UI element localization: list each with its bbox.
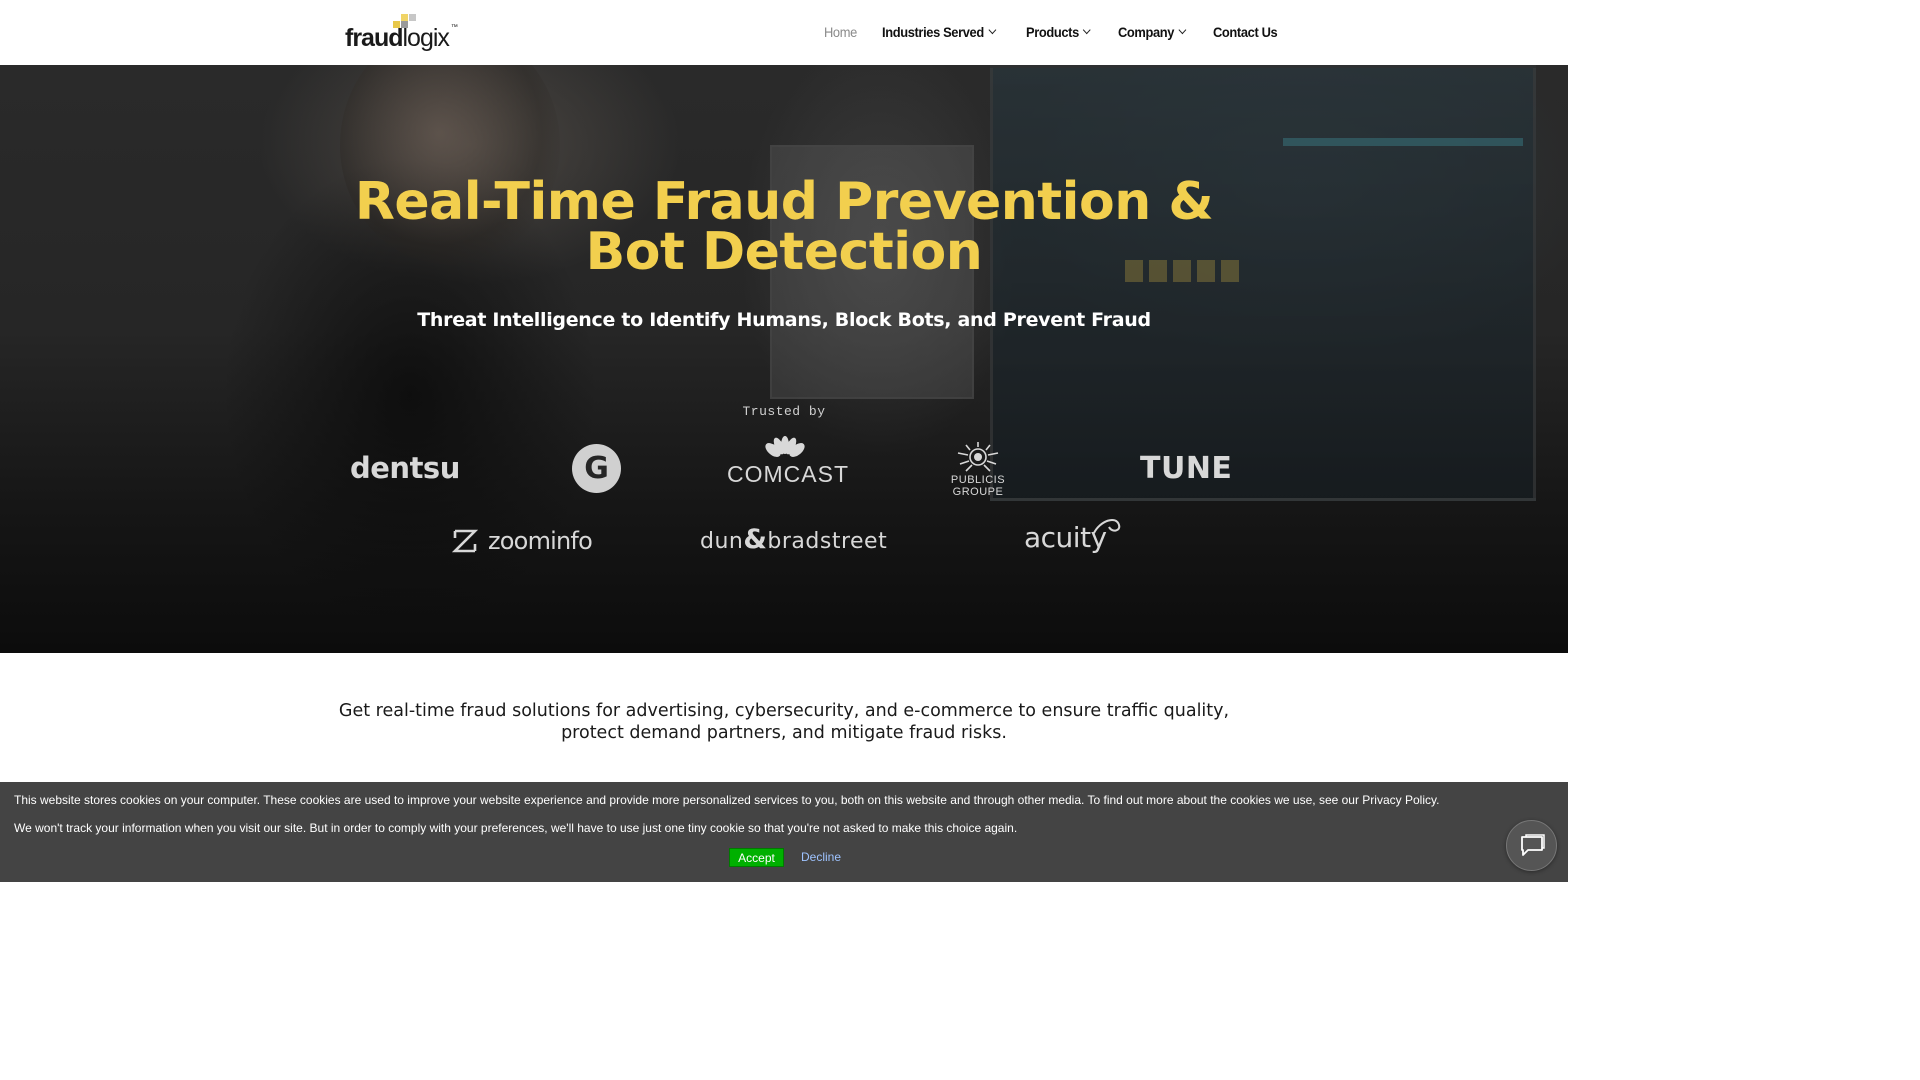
comcast-logo: COMCAST xyxy=(727,436,848,488)
lion-icon xyxy=(957,442,999,472)
nav-industries-served[interactable]: Industries Served xyxy=(882,24,996,40)
nav-company[interactable]: Company xyxy=(1118,24,1187,40)
trusted-by-label: Trusted by xyxy=(742,404,826,419)
hero-subtitle: Threat Intelligence to Identify Humans, … xyxy=(417,309,1151,331)
logo-wordmark: fraudlogix ™ xyxy=(345,24,458,52)
hero-title: Real-Time Fraud Prevention & Bot Detecti… xyxy=(354,172,1214,282)
decline-cookies-link[interactable]: Decline xyxy=(801,850,841,864)
tune-logo: TUNE xyxy=(1140,451,1233,486)
site-header: fraudlogix ™ Home Industries Served Produ… xyxy=(0,0,1568,65)
nav-contact-us[interactable]: Contact Us xyxy=(1213,24,1278,40)
publicis-groupe-logo: PUBLICIS GROUPE xyxy=(946,440,1010,498)
nav-home[interactable]: Home xyxy=(824,24,857,40)
g-brand-logo: G xyxy=(572,444,621,493)
zoominfo-z-icon xyxy=(452,529,478,553)
dentsu-logo: dentsu xyxy=(350,451,460,485)
fraudlogix-logo[interactable]: fraudlogix ™ xyxy=(345,14,458,52)
peacock-icon xyxy=(764,436,805,457)
chevron-down-icon xyxy=(1178,25,1187,35)
accept-cookies-button[interactable]: Accept xyxy=(729,848,784,867)
nav-products[interactable]: Products xyxy=(1026,24,1092,40)
cookie-text-primary: This website stores cookies on your comp… xyxy=(14,793,1440,807)
chevron-down-icon xyxy=(1083,25,1092,35)
main-nav: Home Industries Served Products Company … xyxy=(824,24,1305,40)
chat-bubble-icon xyxy=(1520,833,1545,856)
chevron-down-icon xyxy=(987,25,996,35)
acuity-swirl-icon xyxy=(1093,518,1121,534)
cookie-banner: This website stores cookies on your comp… xyxy=(0,782,1568,882)
cookie-text-secondary: We won't track your information when you… xyxy=(14,821,1018,835)
dun-bradstreet-logo: dun&bradstreet xyxy=(700,524,888,555)
hero-background-monitor xyxy=(990,65,1536,501)
hero-section: Real-Time Fraud Prevention & Bot Detecti… xyxy=(0,65,1568,653)
intro-text: Get real-time fraud solutions for advert… xyxy=(338,701,1230,743)
chat-widget-button[interactable] xyxy=(1506,820,1557,871)
acuity-logo: acuity xyxy=(1024,518,1121,554)
zoominfo-logo: zoominfo xyxy=(452,527,593,555)
